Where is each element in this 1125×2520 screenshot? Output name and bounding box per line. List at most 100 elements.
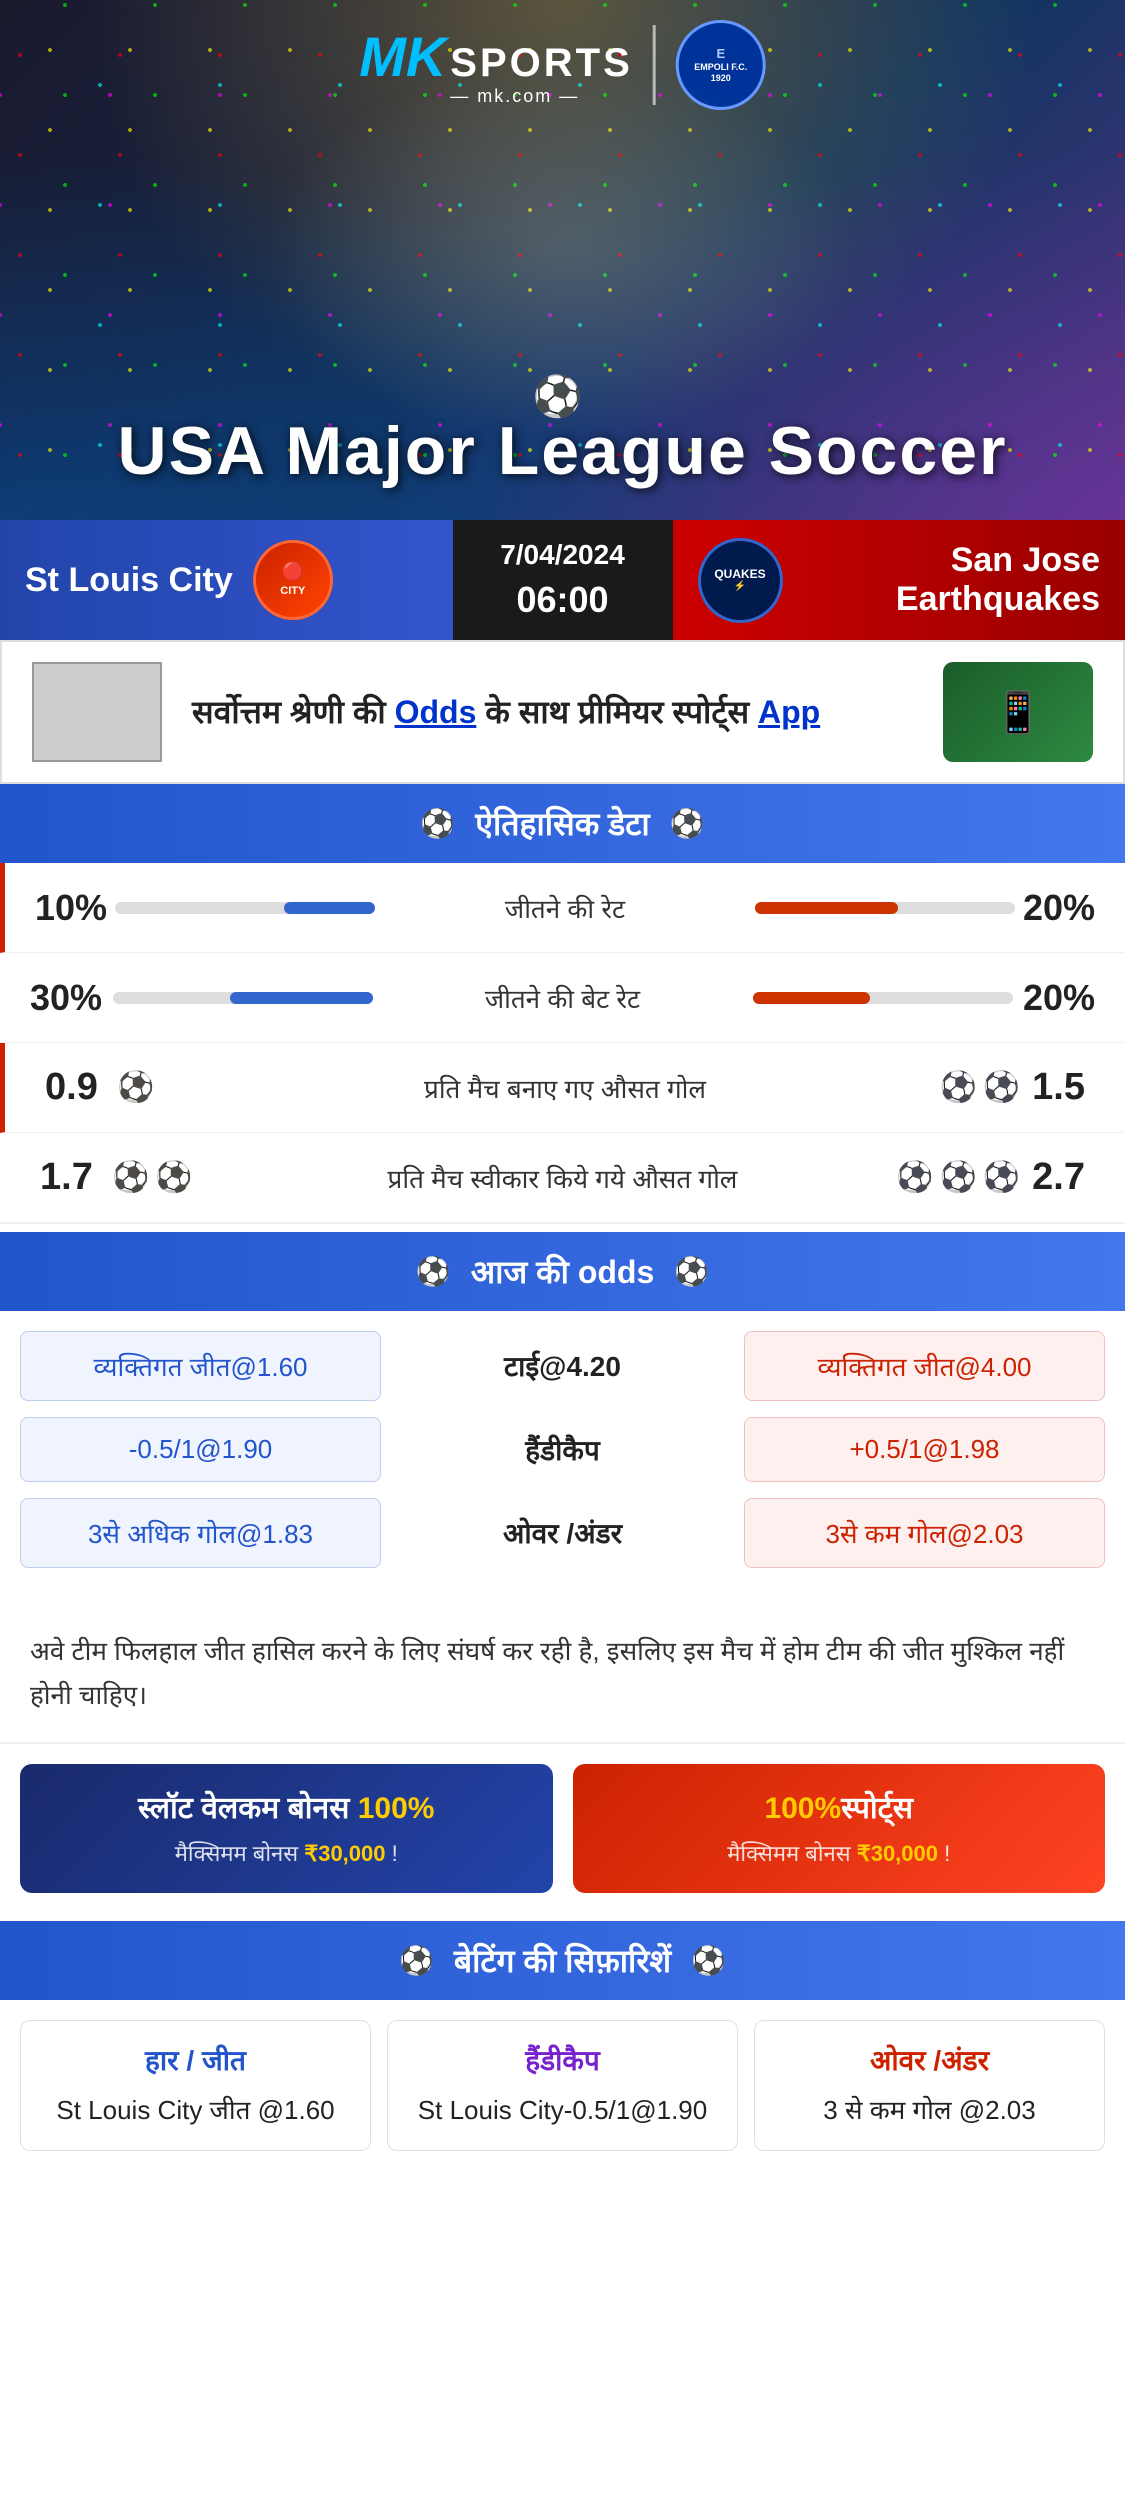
recommendations-section: हार / जीत St Louis City जीत @1.60 हैंडीक… <box>0 2000 1125 2201</box>
stat-bar-left-bet <box>110 992 403 1004</box>
odds-title: आज की odds <box>471 1250 655 1293</box>
home-team-section: St Louis City 🔴 CITY <box>0 520 453 640</box>
bonus-section: स्लॉट वेलकम बोनस 100% मैक्सिमम बोनस ₹30,… <box>0 1742 1125 1913</box>
goal-right-conceded: ⚽ ⚽ ⚽ 2.7 <box>824 1156 1085 1199</box>
away-team-badge: QUAKES ⚡ <box>698 538 783 623</box>
goal-val-home: 0.9 <box>45 1066 105 1109</box>
goal-icons-home: ⚽ <box>117 1070 154 1105</box>
odds-handicap-left[interactable]: -0.5/1@1.90 <box>20 1417 381 1482</box>
goal-icons-home-c: ⚽ ⚽ <box>112 1160 193 1195</box>
home-team-name: St Louis City <box>25 561 233 600</box>
stat-label-win: जीतने की रेट <box>405 890 725 926</box>
odds-under-right[interactable]: 3से कम गोल@2.03 <box>744 1498 1105 1568</box>
hero-banner: MK SPORTS — mk.com — E EMPOLI F.C. 1920 … <box>0 0 1125 520</box>
match-header: St Louis City 🔴 CITY 7/04/2024 06:00 QUA… <box>0 520 1125 640</box>
odds-handicap-label: हैंडीकैप <box>397 1431 728 1469</box>
stats-table: 10% जीतने की रेट 20% 30% जीतने की बेट रे… <box>0 863 1125 1224</box>
home-team-badge: 🔴 CITY <box>253 540 333 620</box>
odds-over-left[interactable]: 3से अधिक गोल@1.83 <box>20 1498 381 1568</box>
bonus-sports-sub: मैक्सिमम बोनस ₹30,000 ! <box>593 1838 1086 1868</box>
match-date: 7/04/2024 <box>500 539 625 571</box>
ball-icon-c1: ⚽ <box>112 1160 149 1195</box>
promo-phones: 📱 <box>943 662 1093 762</box>
historical-title: ऐतिहासिक डेटा <box>475 802 649 845</box>
bonus-card-sports[interactable]: 100%स्पोर्ट्स मैक्सिमम बोनस ₹30,000 ! <box>573 1764 1106 1893</box>
away-team-section: QUAKES ⚡ San Jose Earthquakes <box>673 520 1125 640</box>
reco-header-3: ओवर /अंडर <box>771 2041 1088 2079</box>
goal-val-away-c: 2.7 <box>1032 1156 1085 1199</box>
reco-header-1: हार / जीत <box>37 2041 354 2079</box>
stat-row-win-rate: 10% जीतने की रेट 20% <box>0 863 1125 953</box>
stat-bar-right-win <box>725 902 1015 914</box>
promo-text: सर्वोत्तम श्रेणी की Odds के साथ प्रीमियर… <box>192 690 913 735</box>
soccer-icon-left: ⚽ <box>420 807 455 840</box>
ball-icon-c5: ⚽ <box>983 1160 1020 1195</box>
hero-title: USA Major League Soccer <box>0 412 1125 490</box>
odds-home-win[interactable]: व्यक्तिगत जीत@1.60 <box>20 1331 381 1401</box>
ball-icon-1: ⚽ <box>117 1070 154 1105</box>
reco-soccer-icon-right: ⚽ <box>691 1944 726 1977</box>
goal-val-home-c: 1.7 <box>40 1156 100 1199</box>
reco-header-2: हैंडीकैप <box>404 2041 721 2079</box>
odds-tie[interactable]: टाई@4.20 <box>397 1347 728 1385</box>
bonus-slots-title: स्लॉट वेलकम बोनस 100% <box>40 1789 533 1828</box>
stat-bar-right-bet <box>723 992 1016 1004</box>
goal-right-scored: ⚽ ⚽ 1.5 <box>825 1066 1085 1109</box>
odds-ou-label: ओवर /अंडर <box>397 1514 728 1552</box>
reco-card-ou: ओवर /अंडर 3 से कम गोल @2.03 <box>754 2020 1105 2151</box>
promo-image <box>32 662 162 762</box>
stat-right-bet: 20% <box>1015 977 1095 1019</box>
bar-home-win <box>284 902 375 914</box>
goal-row-scored: 0.9 ⚽ प्रति मैच बनाए गए औसत गोल ⚽ ⚽ 1.5 <box>0 1043 1125 1133</box>
reco-section-header: ⚽ बेटिंग की सिफ़ारिशें ⚽ <box>0 1921 1125 2000</box>
stat-right-win: 20% <box>1015 887 1095 929</box>
reco-value-3: 3 से कम गोल @2.03 <box>771 2091 1088 2130</box>
odds-handicap-right[interactable]: +0.5/1@1.98 <box>744 1417 1105 1482</box>
odds-row-2: -0.5/1@1.90 हैंडीकैप +0.5/1@1.98 <box>20 1417 1105 1482</box>
bonus-card-slots[interactable]: स्लॉट वेलकम बोनस 100% मैक्सिमम बोनस ₹30,… <box>20 1764 553 1893</box>
stat-row-bet-rate: 30% जीतने की बेट रेट 20% <box>0 953 1125 1043</box>
reco-card-handicap: हैंडीकैप St Louis City-0.5/1@1.90 <box>387 2020 738 2151</box>
ball-icon-c3: ⚽ <box>896 1160 933 1195</box>
odds-row-3: 3से अधिक गोल@1.83 ओवर /अंडर 3से कम गोल@2… <box>20 1498 1105 1568</box>
stat-label-bet: जीतने की बेट रेट <box>403 980 723 1016</box>
goal-left-scored: 0.9 ⚽ <box>45 1066 305 1109</box>
bar-home-bet <box>230 992 373 1004</box>
reco-grid: हार / जीत St Louis City जीत @1.60 हैंडीक… <box>0 2000 1125 2171</box>
bar-away-win <box>755 902 898 914</box>
ball-icon-2: ⚽ <box>939 1070 976 1105</box>
goal-label-scored: प्रति मैच बनाए गए औसत गोल <box>305 1070 825 1106</box>
reco-value-1: St Louis City जीत @1.60 <box>37 2091 354 2130</box>
odds-grid: व्यक्तिगत जीत@1.60 टाई@4.20 व्यक्तिगत जी… <box>0 1311 1125 1604</box>
goal-row-conceded: 1.7 ⚽ ⚽ प्रति मैच स्वीकार किये गये औसत ग… <box>0 1133 1125 1223</box>
ball-icon-c4: ⚽ <box>939 1160 976 1195</box>
goal-icons-away: ⚽ ⚽ <box>939 1070 1020 1105</box>
odds-row-1: व्यक्तिगत जीत@1.60 टाई@4.20 व्यक्तिगत जी… <box>20 1331 1105 1401</box>
odds-soccer-icon-left: ⚽ <box>416 1255 451 1288</box>
reco-value-2: St Louis City-0.5/1@1.90 <box>404 2091 721 2130</box>
reco-card-win-loss: हार / जीत St Louis City जीत @1.60 <box>20 2020 371 2151</box>
stat-bar-left-win <box>115 902 405 914</box>
ball-icon-c2: ⚽ <box>155 1160 192 1195</box>
match-time: 06:00 <box>516 579 608 621</box>
odds-section-header: ⚽ आज की odds ⚽ <box>0 1232 1125 1311</box>
bonus-slots-sub: मैक्सिमम बोनस ₹30,000 ! <box>40 1838 533 1868</box>
away-team-name: San Jose Earthquakes <box>803 541 1101 619</box>
historical-section-header: ⚽ ऐतिहासिक डेटा ⚽ <box>0 784 1125 863</box>
bonus-sports-title: 100%स्पोर्ट्स <box>593 1789 1086 1828</box>
ball-icon-3: ⚽ <box>983 1070 1020 1105</box>
goal-val-away: 1.5 <box>1032 1066 1085 1109</box>
promo-banner[interactable]: सर्वोत्तम श्रेणी की Odds के साथ प्रीमियर… <box>0 640 1125 784</box>
analysis-text: अवे टीम फिलहाल जीत हासिल करने के लिए संघ… <box>0 1604 1125 1742</box>
stat-left-win: 10% <box>35 887 115 929</box>
goal-left-conceded: 1.7 ⚽ ⚽ <box>40 1156 301 1199</box>
odds-away-win[interactable]: व्यक्तिगत जीत@4.00 <box>744 1331 1105 1401</box>
bar-away-bet <box>753 992 870 1004</box>
odds-soccer-icon-right: ⚽ <box>674 1255 709 1288</box>
match-center: 7/04/2024 06:00 <box>453 520 673 640</box>
goal-label-conceded: प्रति मैच स्वीकार किये गये औसत गोल <box>301 1160 824 1196</box>
player-silhouette <box>263 60 863 440</box>
goal-icons-away-c: ⚽ ⚽ ⚽ <box>896 1160 1020 1195</box>
reco-title: बेटिंग की सिफ़ारिशें <box>454 1939 671 1982</box>
reco-soccer-icon-left: ⚽ <box>399 1944 434 1977</box>
